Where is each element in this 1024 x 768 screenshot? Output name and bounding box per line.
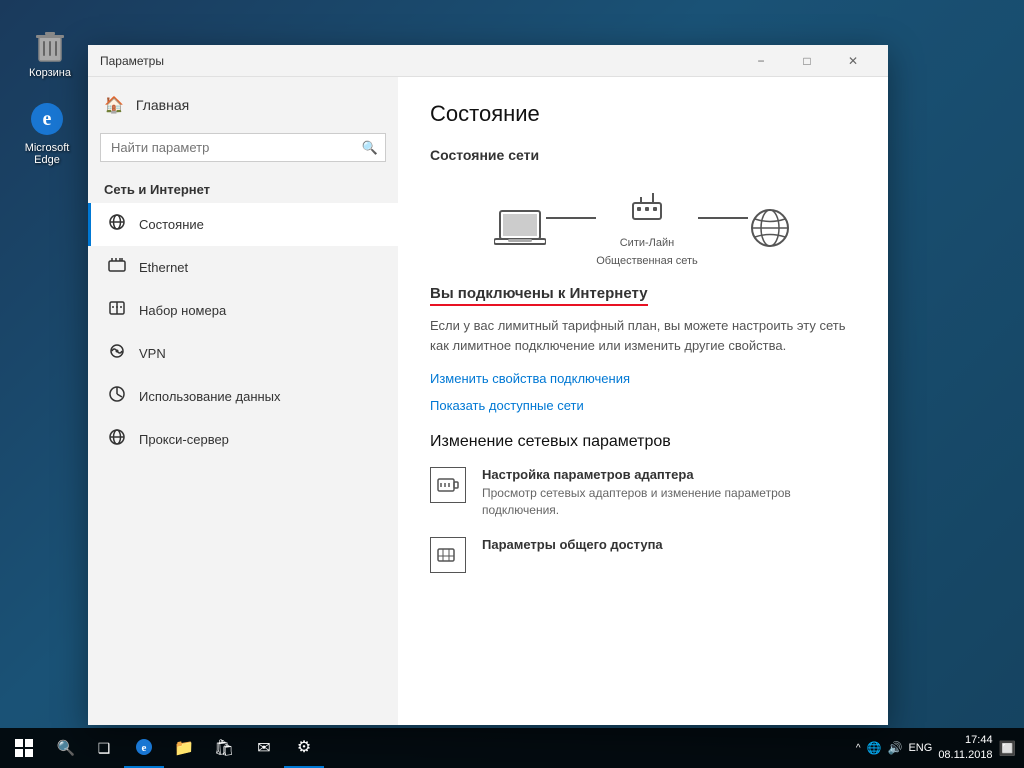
taskbar-tray: ^ 🌐 🔊 ENG 17:44 08.11.2018 🔲 <box>856 733 1024 764</box>
line2 <box>698 217 748 219</box>
taskbar: 🔍 ❑ e 📁 🛍 ✉ ⚙ ^ 🌐 🔊 ENG 17:44 08.11.2018… <box>0 728 1024 768</box>
taskbar-clock[interactable]: 17:44 08.11.2018 <box>938 733 992 764</box>
sharing-icon <box>430 537 466 573</box>
adapter-settings-item[interactable]: Настройка параметров адаптера Просмотр с… <box>430 467 856 519</box>
laptop-device <box>494 207 546 249</box>
sharing-settings-item[interactable]: Параметры общего доступа <box>430 537 856 573</box>
status-label: Состояние <box>139 217 204 232</box>
taskbar-search-button[interactable]: 🔍 <box>48 728 84 768</box>
change-properties-link[interactable]: Изменить свойства подключения <box>430 371 856 386</box>
network-diagram: Сити-Лайн Общественная сеть <box>430 179 856 277</box>
close-button[interactable]: ✕ <box>830 45 876 77</box>
window-body: 🏠 Главная 🔍 Сеть и Интернет <box>88 77 888 725</box>
home-icon: 🏠 <box>104 95 124 115</box>
ethernet-icon <box>107 256 127 279</box>
globe-device <box>748 206 792 250</box>
adapter-icon <box>430 467 466 503</box>
edge-label: MicrosoftEdge <box>25 142 70 166</box>
main-content: Состояние Состояние сети <box>398 77 888 725</box>
window-controls: − □ ✕ <box>738 45 876 77</box>
svg-text:e: e <box>142 742 147 754</box>
router-name: Сити-Лайн <box>620 237 675 249</box>
window-titlebar: Параметры − □ ✕ <box>88 45 888 77</box>
search-icon: 🔍 <box>362 140 378 156</box>
search-input[interactable] <box>100 133 386 162</box>
vpn-icon <box>107 342 127 365</box>
taskbar-date: 08.11.2018 <box>938 748 992 763</box>
taskbar-time: 17:44 <box>938 733 992 748</box>
recycle-bin-icon[interactable]: Корзина <box>15 20 85 83</box>
settings-window: Параметры − □ ✕ 🏠 Главная 🔍 Сеть и Интер… <box>88 45 888 725</box>
task-view-button[interactable]: ❑ <box>84 728 124 768</box>
network-type: Общественная сеть <box>596 255 698 267</box>
change-settings-title: Изменение сетевых параметров <box>430 433 856 451</box>
sidebar-item-vpn[interactable]: VPN <box>88 332 398 375</box>
sidebar-item-status[interactable]: Состояние <box>88 203 398 246</box>
info-text: Если у вас лимитный тарифный план, вы мо… <box>430 316 856 355</box>
edge-taskbar-button[interactable]: e <box>124 728 164 768</box>
adapter-settings-text: Настройка параметров адаптера Просмотр с… <box>482 467 856 519</box>
sharing-settings-text: Параметры общего доступа <box>482 537 663 555</box>
taskbar-notification-icon[interactable]: 🔲 <box>999 740 1016 757</box>
sidebar-home-button[interactable]: 🏠 Главная <box>88 85 398 125</box>
sidebar-item-data-usage[interactable]: Использование данных <box>88 375 398 418</box>
connected-status: Вы подключены к Интернету <box>430 285 648 306</box>
taskbar-lang: ENG <box>908 742 932 754</box>
line1 <box>546 217 596 219</box>
data-usage-label: Использование данных <box>139 389 281 404</box>
taskbar-chevron[interactable]: ^ <box>856 743 861 754</box>
maximize-button[interactable]: □ <box>784 45 830 77</box>
network-status-title: Состояние сети <box>430 147 856 163</box>
ethernet-label: Ethernet <box>139 260 188 275</box>
sidebar-search-container: 🔍 <box>100 133 386 162</box>
settings-taskbar-button[interactable]: ⚙ <box>284 728 324 768</box>
recycle-bin-label: Корзина <box>29 67 71 79</box>
proxy-label: Прокси-сервер <box>139 432 229 447</box>
start-button[interactable] <box>0 728 48 768</box>
data-usage-icon <box>107 385 127 408</box>
dialup-icon <box>107 299 127 322</box>
status-icon <box>107 213 127 236</box>
proxy-icon <box>107 428 127 451</box>
sharing-title: Параметры общего доступа <box>482 537 663 552</box>
router-device: Сити-Лайн Общественная сеть <box>596 189 698 267</box>
edge-desktop-icon[interactable]: e MicrosoftEdge <box>12 95 82 170</box>
vpn-label: VPN <box>139 346 166 361</box>
minimize-button[interactable]: − <box>738 45 784 77</box>
taskbar-sound-icon[interactable]: 🔊 <box>888 741 903 755</box>
svg-text:e: e <box>43 108 52 130</box>
show-networks-link[interactable]: Показать доступные сети <box>430 398 856 413</box>
taskbar-network-icon[interactable]: 🌐 <box>867 741 882 755</box>
sidebar-item-dialup[interactable]: Набор номера <box>88 289 398 332</box>
mail-taskbar-button[interactable]: ✉ <box>244 728 284 768</box>
sidebar-section-title: Сеть и Интернет <box>88 170 398 203</box>
adapter-title: Настройка параметров адаптера <box>482 467 856 482</box>
store-taskbar-button[interactable]: 🛍 <box>204 728 244 768</box>
window-title: Параметры <box>100 54 738 68</box>
sidebar-item-ethernet[interactable]: Ethernet <box>88 246 398 289</box>
sidebar-item-proxy[interactable]: Прокси-сервер <box>88 418 398 461</box>
adapter-desc: Просмотр сетевых адаптеров и изменение п… <box>482 485 856 519</box>
explorer-taskbar-button[interactable]: 📁 <box>164 728 204 768</box>
desktop: Корзина e MicrosoftEdge Параметры − □ ✕ <box>0 0 1024 768</box>
sidebar: 🏠 Главная 🔍 Сеть и Интернет <box>88 77 398 725</box>
page-title: Состояние <box>430 101 856 127</box>
home-label: Главная <box>136 97 189 113</box>
dialup-label: Набор номера <box>139 303 226 318</box>
